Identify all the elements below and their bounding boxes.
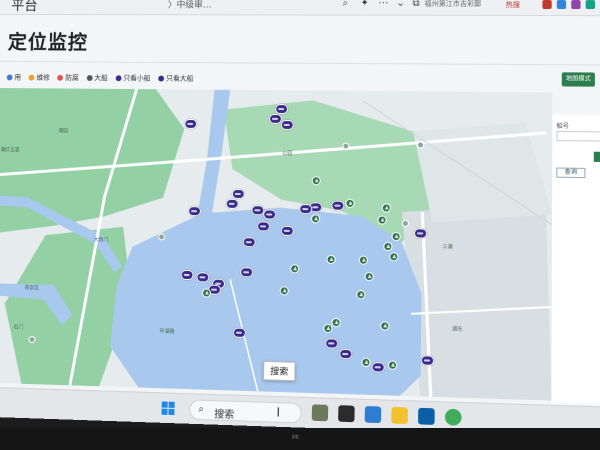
tree-marker[interactable] xyxy=(326,254,336,265)
boat-marker[interactable] xyxy=(240,267,254,278)
map-canvas xyxy=(0,87,553,401)
tree-marker[interactable] xyxy=(323,323,333,334)
extension-icon[interactable] xyxy=(571,0,581,10)
browser-search-input[interactable]: 福州第江市吉彩鄭 xyxy=(424,0,495,13)
taskbar-search-box[interactable]: ⌕ 搜索 I xyxy=(189,399,302,424)
boat-marker[interactable] xyxy=(413,228,428,239)
tree-marker[interactable] xyxy=(383,241,393,252)
monitor-screen: 平台 〉中级审… ⌕ ✦ ⋯ ⌄ ⧉ 福州第江市吉彩鄭 热搜 定位监控 地图模式… xyxy=(0,0,600,439)
tree-marker[interactable] xyxy=(387,360,398,370)
map-mode-button[interactable]: 地图模式 xyxy=(561,72,595,87)
confirm-button[interactable] xyxy=(593,151,600,163)
tree-marker[interactable] xyxy=(345,198,355,208)
tree-marker[interactable] xyxy=(279,286,289,296)
boat-marker[interactable] xyxy=(299,203,313,215)
tree-marker[interactable] xyxy=(356,290,366,300)
map-place-label: 石门 xyxy=(13,324,24,331)
ship-number-input[interactable] xyxy=(556,130,600,142)
extension-icon[interactable] xyxy=(585,0,595,10)
more-icon[interactable]: ⋯ xyxy=(378,0,388,9)
folder-icon[interactable] xyxy=(391,406,408,425)
boat-marker[interactable] xyxy=(231,188,245,200)
boat-marker[interactable] xyxy=(184,118,198,129)
boat-marker[interactable] xyxy=(325,338,339,349)
boat-marker[interactable] xyxy=(280,119,294,131)
browser-tab[interactable]: 〉中级审… xyxy=(168,0,212,11)
edge-icon[interactable] xyxy=(444,408,462,426)
boat-marker[interactable] xyxy=(263,209,277,220)
boat-marker[interactable] xyxy=(268,113,283,124)
map-place-label: 三浦 xyxy=(442,244,453,251)
legend-item[interactable]: 用 xyxy=(6,74,21,81)
extension-icon[interactable] xyxy=(542,0,552,10)
boat-marker[interactable] xyxy=(280,225,294,237)
ship-number-label: 船号 xyxy=(556,122,569,131)
poi-marker[interactable] xyxy=(401,219,410,228)
legend-item[interactable]: 只看小船 xyxy=(115,74,151,82)
app-title: 平台 xyxy=(10,0,38,14)
chevron-down-icon[interactable]: ⌄ xyxy=(396,0,405,9)
store-icon[interactable] xyxy=(418,407,435,425)
boat-marker[interactable] xyxy=(331,200,345,211)
tree-marker[interactable] xyxy=(389,252,399,262)
tree-marker[interactable] xyxy=(364,271,374,282)
tree-marker[interactable] xyxy=(358,255,368,265)
tree-marker[interactable] xyxy=(310,214,321,224)
tree-marker[interactable] xyxy=(377,215,387,225)
search-icon: ⌕ xyxy=(198,403,205,416)
restore-icon[interactable]: ⧉ xyxy=(412,0,419,9)
boat-marker[interactable] xyxy=(188,206,202,217)
map-place-label: 潮园 xyxy=(58,128,69,135)
tree-marker[interactable] xyxy=(380,321,390,331)
tree-marker[interactable] xyxy=(381,203,391,213)
legend-item[interactable]: 维修 xyxy=(28,74,50,82)
boat-marker[interactable] xyxy=(225,198,239,209)
tree-marker[interactable] xyxy=(391,231,401,242)
boat-marker[interactable] xyxy=(339,348,353,360)
legend-item[interactable]: 大船 xyxy=(86,74,108,82)
search-icon[interactable]: ⌕ xyxy=(342,0,348,9)
query-button[interactable]: 查询 xyxy=(556,167,586,179)
mail-icon[interactable] xyxy=(364,406,382,424)
legend-item[interactable]: 防腐 xyxy=(57,74,79,82)
boat-marker[interactable] xyxy=(275,104,289,115)
page-title: 定位监控 xyxy=(7,32,89,54)
boat-marker[interactable] xyxy=(242,237,256,248)
map-place-label: 环湖路 xyxy=(159,328,175,336)
map-view[interactable]: 潮红五里 潮园 大西门 荷泉区 石门 公园 三浦 湖光 环湖路 xyxy=(0,87,553,401)
map-place-label: 湖光 xyxy=(451,326,463,333)
map-place-label: 公园 xyxy=(282,150,293,157)
monitor-bezel: MI xyxy=(0,428,600,450)
divider xyxy=(0,60,600,66)
boat-marker[interactable] xyxy=(256,221,271,232)
boat-marker[interactable] xyxy=(232,327,247,339)
task-view-icon[interactable] xyxy=(338,405,355,423)
star-icon[interactable]: ✦ xyxy=(360,0,369,9)
boat-marker[interactable] xyxy=(180,269,194,281)
legend-item[interactable]: 只看大船 xyxy=(158,75,194,83)
extension-icon[interactable] xyxy=(556,0,567,10)
text-cursor-icon: I xyxy=(276,405,281,420)
windows-start-icon[interactable] xyxy=(161,401,175,416)
map-place-label: 荷泉区 xyxy=(24,285,40,292)
map-place-label: 大西门 xyxy=(93,237,109,244)
taskbar-search-label: 搜索 xyxy=(214,409,235,422)
search-tooltip: 搜索 xyxy=(262,360,296,382)
poi-marker[interactable] xyxy=(416,141,425,149)
boat-marker[interactable] xyxy=(420,355,435,366)
bezel-brand: MI xyxy=(292,434,299,441)
photo-frame: 平台 〉中级审… ⌕ ✦ ⋯ ⌄ ⧉ 福州第江市吉彩鄭 热搜 定位监控 地图模式… xyxy=(0,0,600,450)
map-legend: 用 维修 防腐 大船 只看小船 只看大船 xyxy=(6,73,200,84)
tree-marker[interactable] xyxy=(331,317,341,328)
hot-search-link[interactable]: 热搜 xyxy=(506,0,520,10)
search-panel: 船号 查询 xyxy=(551,114,600,405)
boat-marker[interactable] xyxy=(196,272,210,283)
browser-toolbar: 平台 〉中级审… ⌕ ✦ ⋯ ⌄ ⧉ 福州第江市吉彩鄭 热搜 xyxy=(0,0,600,17)
boat-marker[interactable] xyxy=(371,361,385,373)
poi-marker[interactable] xyxy=(342,142,350,150)
widgets-icon[interactable] xyxy=(311,404,329,422)
map-place-label: 潮红五里 xyxy=(0,147,20,154)
tree-marker[interactable] xyxy=(361,357,371,368)
